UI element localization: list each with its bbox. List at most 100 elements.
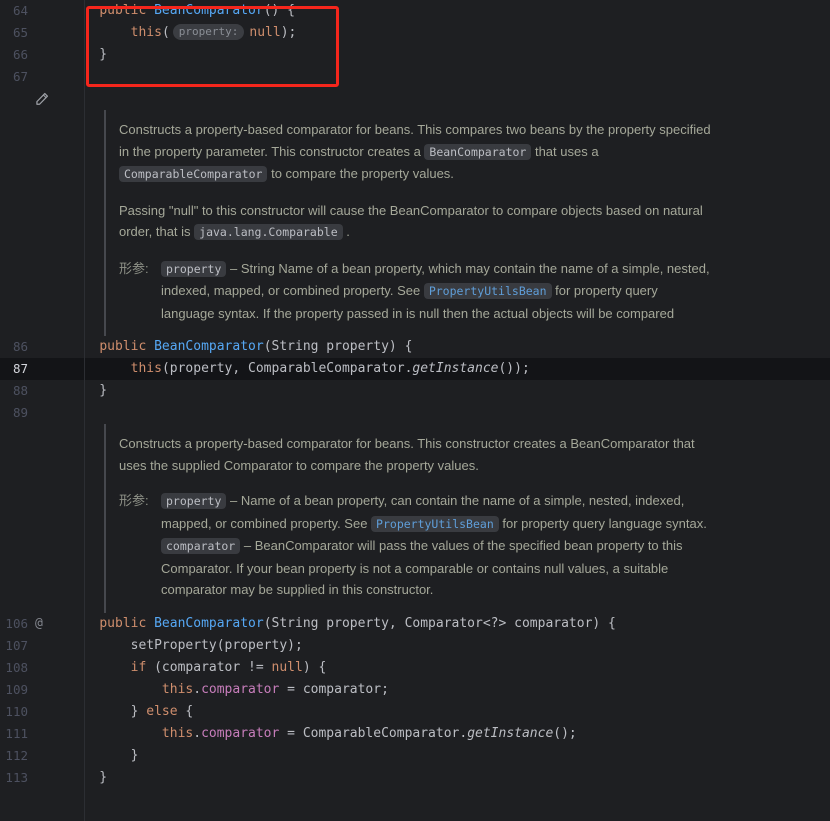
code-token: (String property, Comparator<?> comparat… [264, 616, 616, 631]
gutter: 113 [0, 767, 68, 789]
line-number[interactable]: 88 [0, 380, 28, 402]
code-line-106[interactable]: 106@ public BeanComparator(String proper… [0, 613, 830, 635]
code-token: public [99, 616, 154, 631]
code-token [68, 682, 162, 697]
code-line-110[interactable]: 110 } else { [0, 701, 830, 723]
code-token [68, 361, 131, 376]
line-number-empty [0, 92, 28, 106]
code-text[interactable]: public BeanComparator() { [68, 0, 830, 22]
code-line-113[interactable]: 113 } [0, 767, 830, 789]
code-token: (String property) { [264, 339, 413, 354]
inline-code-chip: comparator [161, 538, 240, 554]
code-line-107[interactable]: 107 setProperty(property); [0, 635, 830, 657]
code-editor[interactable]: 64 public BeanComparator() {65 this(prop… [0, 0, 830, 821]
code-text[interactable]: if (comparator != null) { [68, 657, 830, 679]
code-token: ); [281, 25, 297, 40]
code-token: this [162, 682, 193, 697]
gutter: 107 [0, 635, 68, 657]
code-token: BeanComparator [154, 3, 264, 18]
code-text[interactable]: public BeanComparator(String property) { [68, 336, 830, 358]
code-line-112[interactable]: 112 } [0, 745, 830, 767]
gutter: 112 [0, 745, 68, 767]
code-token: = comparator; [279, 682, 389, 697]
doc-text: for property query language syntax. [499, 516, 707, 531]
class-link[interactable]: PropertyUtilsBean [424, 283, 552, 299]
params-label: 形参: [119, 490, 161, 601]
code-token [68, 660, 131, 675]
code-line-86[interactable]: 86 public BeanComparator(String property… [0, 336, 830, 358]
doc-text: . [343, 224, 350, 239]
gutter: 87 [0, 358, 68, 380]
line-number[interactable]: 86 [0, 336, 28, 358]
code-line-87[interactable]: 87 this(property, ComparableComparator.g… [0, 358, 830, 380]
code-line-66[interactable]: 66 } [0, 44, 830, 66]
code-token: } [68, 748, 138, 763]
code-text[interactable]: } else { [68, 701, 830, 723]
code-text[interactable]: } [68, 380, 830, 402]
code-token: setProperty(property); [68, 638, 303, 653]
line-number[interactable]: 107 [0, 635, 28, 657]
code-token: } [68, 770, 107, 785]
code-text[interactable]: } [68, 44, 830, 66]
code-text[interactable]: this(property, ComparableComparator.getI… [68, 358, 830, 380]
code-token: comparator [201, 682, 279, 697]
code-text[interactable]: } [68, 767, 830, 789]
line-number[interactable]: 109 [0, 679, 28, 701]
code-token: ()); [498, 361, 529, 376]
code-text[interactable] [68, 402, 830, 424]
code-token: = ComparableComparator. [279, 726, 467, 741]
line-number[interactable]: 110 [0, 701, 28, 723]
code-text[interactable]: this(property:null); [68, 22, 830, 44]
code-line-89[interactable]: 89 [0, 402, 830, 424]
code-line-109[interactable]: 109 this.comparator = comparator; [0, 679, 830, 701]
line-number[interactable]: 89 [0, 402, 28, 424]
param-entry: property – Name of a bean property, can … [161, 490, 714, 535]
code-line-67[interactable]: 67 [0, 66, 830, 88]
code-line-108[interactable]: 108 if (comparator != null) { [0, 657, 830, 679]
gutter: 110 [0, 701, 68, 723]
inline-code-chip: BeanComparator [424, 144, 531, 160]
inline-code-chip: property [161, 261, 226, 277]
doc-paragraph: Constructs a property-based comparator f… [119, 433, 714, 476]
gutter [0, 92, 68, 106]
line-number[interactable]: 112 [0, 745, 28, 767]
gutter: 86 [0, 336, 68, 358]
code-token: null [272, 660, 303, 675]
code-token: BeanComparator [154, 616, 264, 631]
inline-code-chip: ComparableComparator [119, 166, 267, 182]
class-link[interactable]: PropertyUtilsBean [371, 516, 499, 532]
line-number[interactable]: 108 [0, 657, 28, 679]
code-text[interactable]: public BeanComparator(String property, C… [68, 613, 830, 635]
doc-paragraph: Constructs a property-based comparator f… [119, 119, 714, 186]
line-number[interactable]: 64 [0, 0, 28, 22]
code-line-65[interactable]: 65 this(property:null); [0, 22, 830, 44]
gutter: 106@ [0, 613, 68, 635]
code-token: getInstance [412, 361, 498, 376]
line-number[interactable]: 66 [0, 44, 28, 66]
code-token: } [68, 47, 107, 62]
code-text[interactable] [68, 66, 830, 88]
code-text[interactable]: this.comparator = ComparableComparator.g… [68, 723, 830, 745]
pencil-icon[interactable] [28, 92, 75, 106]
line-number[interactable]: 106 [0, 613, 28, 635]
line-number[interactable]: 111 [0, 723, 28, 745]
doc-text: Constructs a property-based comparator f… [119, 436, 695, 473]
code-line-111[interactable]: 111 this.comparator = ComparableComparat… [0, 723, 830, 745]
doc-text: Constructs a property-based comparator f… [119, 122, 711, 159]
line-number[interactable]: 65 [0, 22, 28, 44]
line-number[interactable]: 87 [0, 358, 28, 380]
gutter: 67 [0, 66, 68, 88]
line-number[interactable]: 113 [0, 767, 28, 789]
code-block-constructor-comparator: 106@ public BeanComparator(String proper… [0, 613, 830, 789]
line-number[interactable]: 67 [0, 66, 28, 88]
code-block-constructor-property: 86 public BeanComparator(String property… [0, 336, 830, 424]
parameter-name-hint: property: [173, 24, 245, 40]
code-token: this [131, 25, 162, 40]
code-text[interactable]: this.comparator = comparator; [68, 679, 830, 701]
code-text[interactable]: setProperty(property); [68, 635, 830, 657]
params-entries: property – Name of a bean property, can … [161, 490, 714, 601]
code-line-88[interactable]: 88 } [0, 380, 830, 402]
code-text[interactable]: } [68, 745, 830, 767]
code-line-64[interactable]: 64 public BeanComparator() { [0, 0, 830, 22]
gutter: 65 [0, 22, 68, 44]
